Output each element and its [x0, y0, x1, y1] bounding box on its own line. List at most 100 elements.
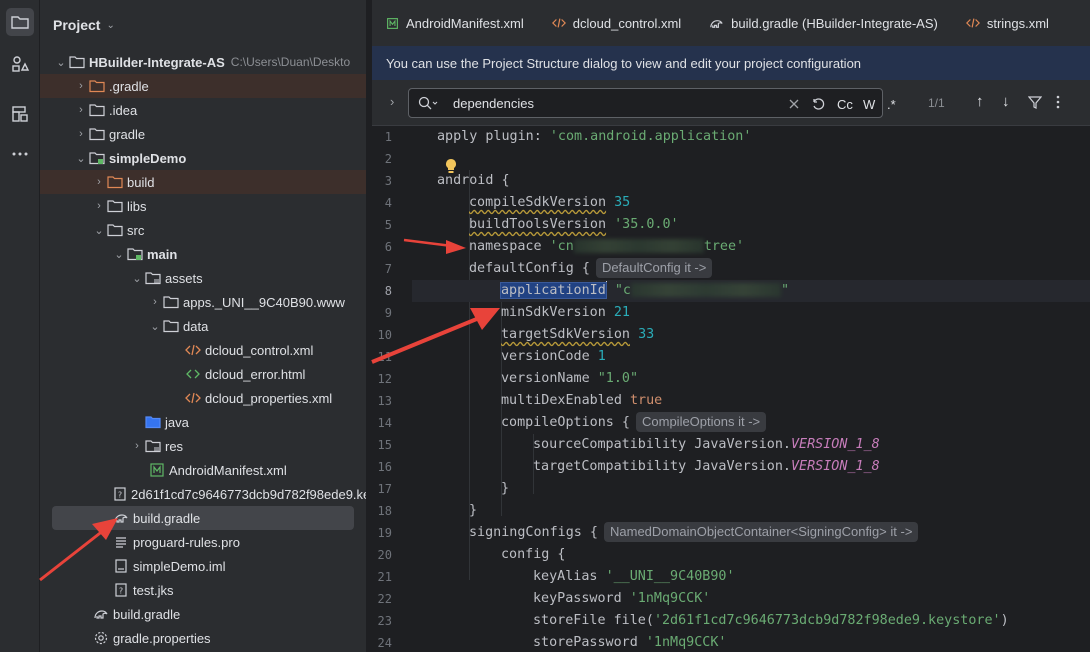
selected-token[interactable]: applicationId	[500, 282, 607, 299]
arrow-down-icon[interactable]: ↓	[1002, 93, 1010, 110]
code-line: android {	[437, 170, 510, 192]
inlay-hint: CompileOptions it ->	[636, 412, 767, 432]
code-editor[interactable]: apply plugin: 'com.android.application' …	[412, 126, 1090, 652]
project-panel-header[interactable]: Project ⌄	[40, 0, 366, 50]
tree-item-gradle[interactable]: › gradle	[40, 122, 366, 146]
tree-item-label: .idea	[109, 102, 138, 118]
resource-manager-icon[interactable]	[6, 100, 34, 128]
tree-item-root-build-gradle[interactable]: build.gradle	[40, 602, 366, 626]
code-token: }	[469, 503, 478, 518]
tree-item-idea[interactable]: › .idea	[40, 98, 366, 122]
line-number: 23	[377, 614, 392, 628]
code-line: applicationId "c "	[500, 280, 789, 302]
tree-item-label: apps._UNI__9C40B90.www	[183, 294, 345, 310]
chevron-right-icon[interactable]: ›	[390, 94, 394, 109]
chevron-right-icon[interactable]: ›	[74, 104, 88, 116]
line-number: 1	[384, 130, 392, 144]
project-folder-icon[interactable]	[6, 8, 34, 36]
tree-item-assets[interactable]: ⌄ assets	[40, 266, 366, 290]
chevron-right-icon[interactable]: ›	[92, 200, 106, 212]
tab-strings[interactable]: strings.xml	[952, 0, 1063, 46]
tab-dcloud-control[interactable]: dcloud_control.xml	[538, 0, 695, 46]
tree-item-label: res	[165, 438, 184, 454]
tree-item-label: data	[183, 318, 209, 334]
banner-text: You can use the Project Structure dialog…	[386, 55, 862, 71]
find-bar: › Cc W .* 1/1 ↑ ↓	[372, 80, 1090, 126]
tree-item-apps-www[interactable]: › apps._UNI__9C40B90.www	[40, 290, 366, 314]
chevron-down-icon[interactable]: ⌄	[106, 20, 114, 31]
tree-item-root-project[interactable]: ⌄ HBuilder-Integrate-AS C:\Users\Duan\De…	[40, 50, 366, 74]
tree-item-build[interactable]: › build	[40, 170, 366, 194]
tool-window-strip	[0, 0, 40, 652]
tree-item-simpledemo[interactable]: ⌄ simpleDemo	[40, 146, 366, 170]
tree-item-test-jks[interactable]: ? test.jks	[40, 578, 366, 602]
tree-item-android-manifest[interactable]: AndroidManifest.xml	[40, 458, 366, 482]
gradle-elephant-icon	[112, 510, 130, 526]
line-number: 2	[384, 152, 392, 166]
tree-item-libs[interactable]: › libs	[40, 194, 366, 218]
tree-item-data[interactable]: ⌄ data	[40, 314, 366, 338]
code-token: tree'	[703, 239, 745, 254]
tree-item-proguard[interactable]: proguard-rules.pro	[40, 530, 366, 554]
tree-item-dcloud-control[interactable]: dcloud_control.xml	[40, 338, 366, 362]
tree-item-label: main	[147, 246, 178, 262]
tree-item-keystore[interactable]: ? 2d61f1cd7c9646773dcb9d782f98ede9.ke	[40, 482, 366, 506]
chevron-right-icon[interactable]: ›	[74, 128, 88, 140]
history-icon[interactable]	[811, 94, 825, 114]
arrow-up-icon[interactable]: ↑	[976, 93, 984, 110]
code-line: versionName "1.0"	[501, 368, 638, 390]
match-case-toggle[interactable]: Cc	[837, 94, 853, 114]
tree-item-label: build.gradle	[133, 510, 201, 526]
chevron-down-icon[interactable]: ⌄	[54, 56, 68, 69]
tree-item-java[interactable]: java	[40, 410, 366, 434]
code-token: targetSdkVersion	[501, 327, 630, 342]
tree-item-dot-gradle[interactable]: › .gradle	[40, 74, 366, 98]
tree-item-dcloud-error[interactable]: dcloud_error.html	[40, 362, 366, 386]
redacted-text	[631, 283, 781, 297]
chevron-down-icon[interactable]: ⌄	[92, 224, 106, 237]
chevron-right-icon[interactable]: ›	[130, 440, 144, 452]
chevron-down-icon[interactable]: ⌄	[130, 272, 144, 285]
find-input[interactable]	[453, 93, 753, 113]
folder-icon	[106, 198, 124, 214]
code-token: keyAlias	[533, 569, 606, 584]
tree-item-src[interactable]: ⌄ src	[40, 218, 366, 242]
tree-item-gradle-properties[interactable]: gradle.properties	[40, 626, 366, 650]
code-token: '35.0.0'	[614, 217, 679, 232]
project-panel: Project ⌄ ⌄ HBuilder-Integrate-AS C:\Use…	[40, 0, 366, 652]
code-token: }	[501, 481, 510, 496]
unknown-file-icon: ?	[112, 486, 128, 502]
chevron-right-icon[interactable]: ›	[92, 176, 106, 188]
chevron-down-icon[interactable]: ⌄	[112, 248, 126, 261]
tree-item-res[interactable]: › res	[40, 434, 366, 458]
tab-android-manifest[interactable]: AndroidManifest.xml	[372, 0, 538, 46]
filter-icon[interactable]	[1027, 95, 1043, 113]
more-options-icon[interactable]	[1056, 95, 1060, 113]
whole-words-toggle[interactable]: W	[863, 94, 875, 114]
tree-item-dcloud-properties[interactable]: dcloud_properties.xml	[40, 386, 366, 410]
tree-item-simpledemo-iml[interactable]: simpleDemo.iml	[40, 554, 366, 578]
regex-toggle[interactable]: .*	[887, 94, 896, 114]
chevron-down-icon[interactable]: ⌄	[74, 152, 88, 165]
code-token: versionName	[501, 371, 598, 386]
text-file-icon	[112, 534, 130, 550]
tree-item-main[interactable]: ⌄ main	[40, 242, 366, 266]
code-token: compileSdkVersion	[469, 195, 607, 210]
code-token: true	[630, 393, 663, 408]
code-token: '1nMq9CCK'	[629, 591, 711, 606]
chevron-right-icon[interactable]: ›	[74, 80, 88, 92]
clear-search-icon[interactable]	[789, 94, 799, 114]
code-token: defaultConfig {	[469, 261, 590, 276]
tree-item-label: src	[127, 222, 145, 238]
tab-build-gradle[interactable]: build.gradle (HBuilder-Integrate-AS)	[695, 0, 952, 46]
chevron-down-icon[interactable]: ⌄	[148, 320, 162, 333]
tree-item-label: gradle.properties	[113, 630, 211, 646]
line-number: 11	[377, 350, 392, 364]
structure-shapes-icon[interactable]	[6, 50, 34, 78]
more-tools-icon[interactable]	[6, 140, 34, 168]
chevron-right-icon[interactable]: ›	[148, 296, 162, 308]
xml-file-icon	[551, 16, 566, 30]
redacted-text	[573, 239, 704, 253]
tree-item-module-build-gradle[interactable]: build.gradle	[52, 506, 354, 530]
search-icon[interactable]	[417, 95, 439, 114]
